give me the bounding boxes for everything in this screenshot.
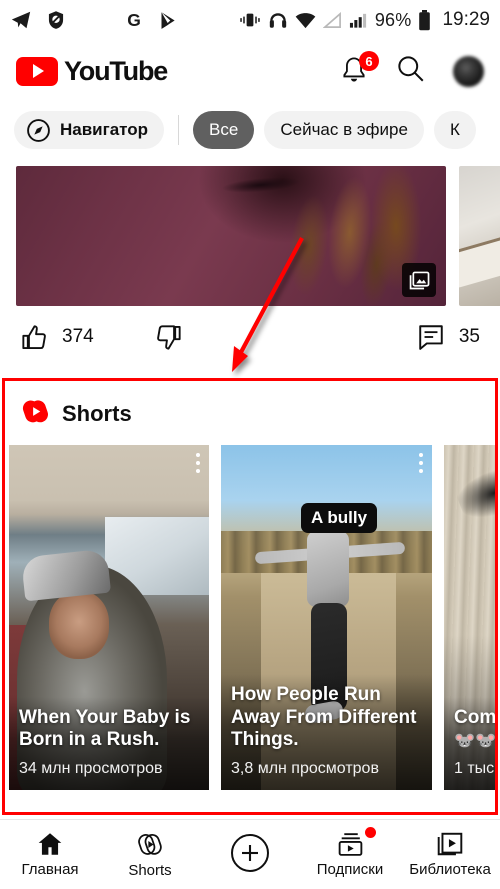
app-header-actions: 6: [340, 51, 484, 88]
short-info-overlay: Com 🐭🐭 1 тыс: [444, 696, 495, 790]
dislike-button[interactable]: [154, 323, 183, 352]
bottom-navigation-bar: Главная Shorts Подписки Библиотека: [0, 819, 500, 889]
google-icon: G: [124, 9, 144, 31]
shorts-section-title: Shorts: [62, 401, 132, 426]
chips-divider: [178, 115, 180, 145]
short-art-shadow: [444, 445, 495, 528]
short-art-face: [49, 591, 109, 659]
chip-navigator[interactable]: Навигатор: [14, 111, 165, 149]
short-title-emoji: 🐭🐭: [454, 731, 495, 750]
post-image-carousel[interactable]: [0, 166, 500, 306]
notifications-button[interactable]: 6: [340, 51, 379, 86]
status-bar-right-icons: 96% 19:29: [239, 9, 490, 31]
signal-triangle-icon: [322, 11, 342, 29]
post-image[interactable]: [16, 166, 446, 306]
youtube-mobile-screen: G 96% 19:29 YouTube 6 Навигатор Все Сейч…: [0, 0, 500, 889]
home-icon: [38, 833, 62, 855]
app-header: YouTube 6: [0, 40, 500, 102]
post-media-area: [0, 158, 500, 306]
gallery-images-icon: [402, 263, 436, 297]
short-title: How People Run Away From Different Thing…: [231, 684, 417, 750]
short-title: When Your Baby is Born in a Rush.: [19, 706, 191, 750]
thumbs-down-icon: [156, 324, 181, 350]
bottom-nav-home-label: Главная: [21, 861, 79, 878]
like-button[interactable]: 374: [20, 323, 94, 352]
bottom-nav-library-label: Библиотека: [409, 861, 491, 878]
library-icon: [437, 832, 463, 856]
chip-all-label: Все: [209, 120, 239, 139]
chip-partial[interactable]: К: [433, 111, 476, 149]
short-card[interactable]: Com 🐭🐭 1 тыс: [444, 445, 495, 790]
subscriptions-icon: [338, 833, 362, 856]
subscriptions-badge-dot: [365, 827, 376, 838]
chip-live-now[interactable]: Сейчас в эфире: [264, 111, 424, 149]
bottom-nav-library[interactable]: Библиотека: [400, 831, 500, 878]
search-icon: [398, 56, 424, 82]
shorts-icon: [138, 833, 162, 855]
post-engagement-row: 374 35: [0, 306, 500, 368]
search-button[interactable]: [396, 54, 425, 88]
shorts-section-header[interactable]: Shorts: [5, 381, 495, 445]
notifications-badge: 6: [359, 51, 379, 71]
like-count: 374: [62, 326, 94, 347]
vibrate-icon: [239, 11, 261, 29]
youtube-logo[interactable]: YouTube: [16, 55, 168, 87]
short-views: 34 млн просмотров: [19, 760, 163, 777]
plus-create-icon: [231, 833, 269, 872]
bottom-nav-home[interactable]: Главная: [0, 831, 100, 878]
battery-percent-label: 96%: [374, 9, 412, 30]
comment-icon: [419, 325, 443, 350]
status-bar-left-icons: G: [10, 9, 179, 31]
clock-label: 19:29: [442, 9, 490, 30]
shorts-section: Shorts When Your Baby is Born in a Rush.…: [2, 378, 498, 815]
short-card[interactable]: When Your Baby is Born in a Rush. 34 млн…: [9, 445, 209, 790]
short-caption-badge: A bully: [301, 503, 378, 533]
bottom-nav-shorts-label: Shorts: [128, 861, 172, 879]
battery-full-icon: [418, 9, 431, 31]
youtube-play-icon: [16, 56, 58, 86]
bottom-nav-create[interactable]: [200, 833, 300, 876]
more-vertical-icon[interactable]: [196, 453, 200, 473]
wifi-icon: [295, 12, 316, 29]
chip-live-now-label: Сейчас в эфире: [280, 120, 408, 139]
svg-text:G: G: [127, 10, 141, 30]
post-image-next[interactable]: [459, 166, 500, 306]
short-info-overlay: When Your Baby is Born in a Rush. 34 млн…: [9, 696, 209, 790]
compass-icon: [26, 118, 51, 143]
chip-navigator-label: Навигатор: [60, 120, 149, 139]
telegram-icon: [10, 9, 32, 31]
short-title: Com: [454, 706, 495, 728]
filter-chips-row[interactable]: Навигатор Все Сейчас в эфире К: [0, 102, 500, 158]
short-views: 3,8 млн просмотров: [231, 760, 379, 777]
comments-button[interactable]: 35: [417, 323, 480, 351]
short-art-cap: [20, 548, 112, 602]
short-views: 1 тыс: [454, 760, 495, 777]
youtube-logo-text: YouTube: [64, 55, 168, 86]
chip-partial-label: К: [449, 120, 460, 139]
short-info-overlay: How People Run Away From Different Thing…: [221, 674, 432, 790]
bottom-nav-shorts[interactable]: Shorts: [100, 831, 200, 879]
avatar[interactable]: [453, 55, 484, 87]
shield-block-icon: [46, 9, 66, 31]
headphones-icon: [268, 11, 288, 30]
shorts-logo-icon: [21, 396, 50, 432]
play-store-icon: [158, 10, 179, 31]
more-vertical-icon[interactable]: [419, 453, 423, 473]
comment-count: 35: [458, 326, 480, 347]
thumbs-up-icon: [22, 324, 46, 349]
cell-bars-icon: [349, 12, 368, 29]
chip-all[interactable]: Все: [193, 111, 255, 149]
bottom-nav-subscriptions-label: Подписки: [316, 861, 384, 878]
short-card[interactable]: A bully How People Run Away From Differe…: [221, 445, 432, 790]
shorts-carousel[interactable]: When Your Baby is Born in a Rush. 34 млн…: [5, 445, 495, 790]
bottom-nav-subscriptions[interactable]: Подписки: [300, 827, 400, 878]
status-bar: G 96% 19:29: [0, 0, 500, 40]
